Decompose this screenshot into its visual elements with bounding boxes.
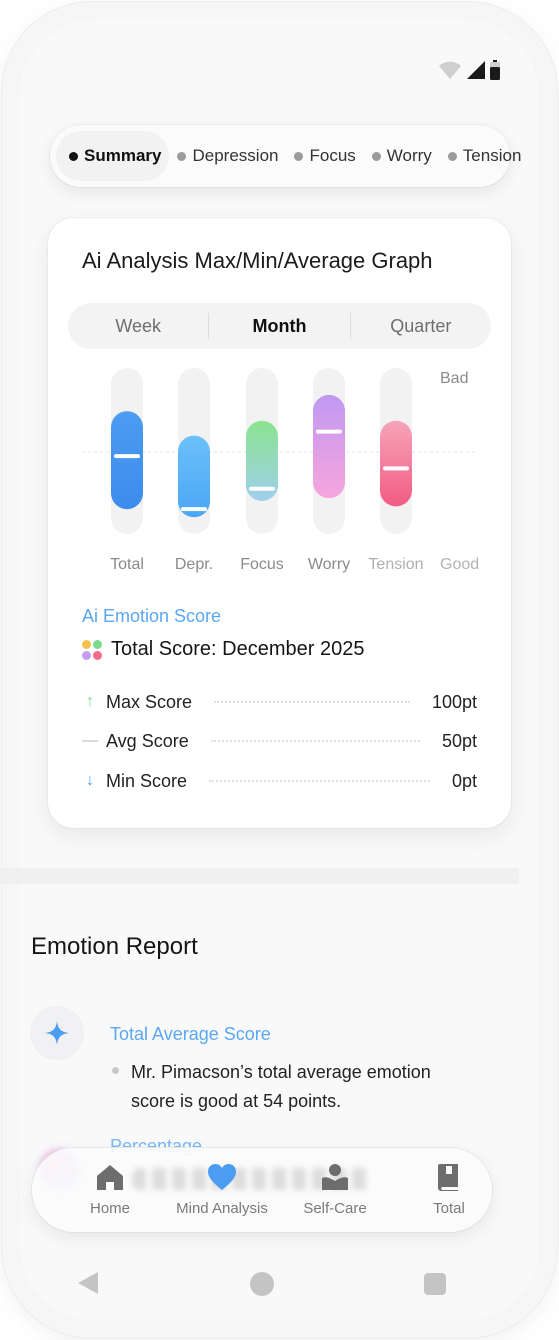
range-bar-chart: Bad Good Total Depr. Focus Worry Tension [48,358,511,588]
nav-total[interactable]: Total [394,1162,504,1217]
home-button-icon[interactable] [250,1272,274,1296]
nav-label: Self-Care [303,1200,367,1217]
score-dots-icon [82,639,102,660]
tab-label: Summary [84,146,162,165]
report-text: Mr. Pimacson’s total average emotion sco… [131,1062,431,1111]
max-score-row: ↑ Max Score 100pt [82,689,477,715]
nav-label: Total [433,1200,465,1217]
nav-home[interactable]: Home [55,1162,165,1217]
analysis-card: Ai Analysis Max/Min/Average Graph Week M… [48,218,511,828]
period-week[interactable]: Week [68,316,208,337]
tab-dot [447,151,457,161]
category-tab-bar: Summary Depression Focus Worry Tension [50,125,521,187]
bar-total [111,411,143,510]
section-divider [0,868,519,884]
score-value: 50pt [441,730,477,751]
tab-dot [177,151,187,161]
battery-icon [490,60,500,80]
dotted-leader [210,740,420,742]
nav-self-care[interactable]: Self-Care [280,1162,390,1217]
score-label: Avg Score [106,730,189,751]
tab-dot [69,151,78,161]
tab-label: Worry [386,146,432,165]
tab-worry[interactable]: Worry [364,131,440,181]
self-care-icon [320,1162,350,1192]
bar-tension [380,420,412,507]
score-label: Max Score [106,691,193,712]
report-heading: Total Average Score [110,1024,271,1044]
tab-label: Focus [309,146,356,165]
period-selector: Week Month Quarter [68,303,491,349]
tab-focus[interactable]: Focus [286,131,363,181]
period-quarter[interactable]: Quarter [351,316,491,337]
card-title: Ai Analysis Max/Min/Average Graph [82,248,433,273]
report-bullet: Mr. Pimacson’s total average emotion sco… [112,1058,472,1116]
score-value: 0pt [451,770,477,791]
category-label: Depr. [174,556,214,573]
recent-apps-icon[interactable] [424,1273,446,1295]
tab-label: Tension [462,146,522,165]
bullet-dot [112,1067,119,1074]
book-icon [434,1162,464,1192]
home-icon [95,1162,125,1192]
tab-tension[interactable]: Tension [440,131,530,181]
status-bar [438,60,500,80]
signal-icon [467,61,485,79]
sparkle-icon [30,1006,84,1060]
bar-depr [178,435,210,518]
section-title: Emotion Report [31,933,198,960]
category-label: Tension [368,556,424,573]
bottom-navigation: Home Mind Analysis Self-Care Total [32,1148,492,1232]
score-title: Ai Emotion Score [82,606,222,626]
heart-icon [207,1162,237,1192]
nav-label: Mind Analysis [176,1200,268,1217]
tab-label: Depression [192,146,279,165]
tab-depression[interactable]: Depression [169,131,286,181]
dotted-leader [209,780,430,782]
bar-worry [313,394,345,499]
scale-top-label: Bad [440,370,469,387]
scale-bottom-label: Good [440,556,480,573]
back-icon[interactable] [76,1270,100,1296]
tab-dot [294,151,304,161]
tab-summary[interactable]: Summary [56,131,170,181]
avg-score-row: — Avg Score 50pt [82,728,477,754]
nav-label: Home [89,1200,130,1217]
category-label: Focus [240,556,284,573]
arrow-down-icon: ↓ [86,772,94,789]
dotted-leader [214,701,410,703]
category-label: Total [110,556,144,573]
avg-marker [114,454,140,459]
period-month[interactable]: Month [209,316,349,337]
avg-marker [181,507,207,512]
nav-mind-analysis[interactable]: Mind Analysis [167,1162,277,1217]
dash-icon: — [82,732,98,749]
score-label: Min Score [106,770,188,791]
score-subtitle-text: Total Score: December 2025 [111,638,365,660]
tab-dot [371,151,381,161]
system-navigation [0,1270,519,1300]
arrow-up-icon: ↑ [86,693,94,710]
min-score-row: ↓ Min Score 0pt [82,768,477,794]
avg-marker [249,486,275,491]
wifi-icon [439,61,461,79]
category-label: Worry [307,556,351,573]
score-subtitle: Total Score: December 2025 [82,638,364,661]
avg-marker [316,429,342,434]
avg-marker [383,466,409,471]
score-value: 100pt [431,691,477,712]
